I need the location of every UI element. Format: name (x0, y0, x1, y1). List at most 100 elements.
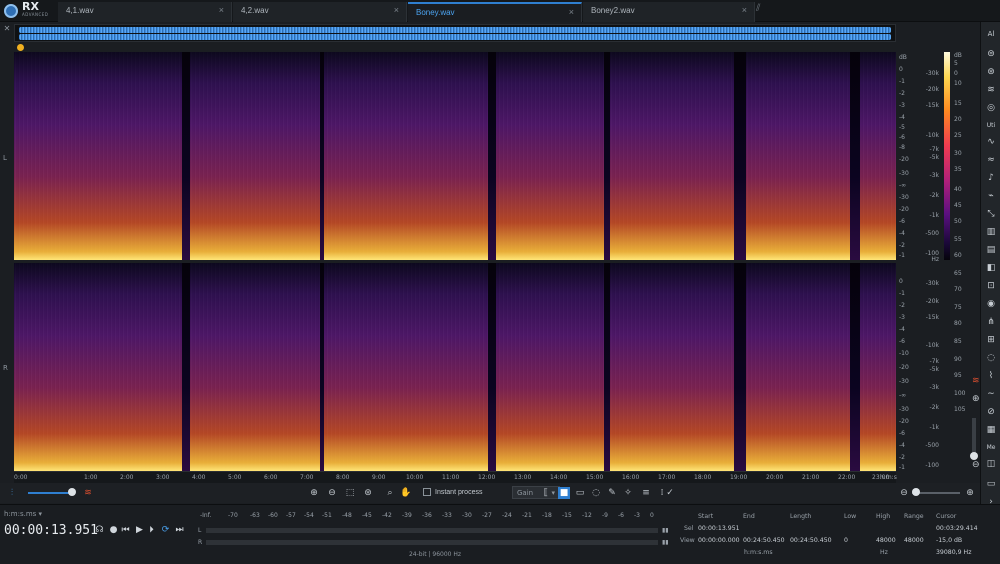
magic-wand-icon[interactable]: ✧ (622, 487, 634, 499)
module-icon[interactable]: ⊡ (985, 280, 997, 292)
go-to-end-icon[interactable]: ⏭ (174, 525, 185, 536)
view-start[interactable]: 00:00:00.000 (698, 537, 740, 544)
play-selection-icon[interactable]: ⏵ (146, 525, 157, 536)
horizontal-zoom-knob[interactable] (912, 488, 920, 496)
logo-subtext: ADVANCED (22, 12, 49, 17)
module-icon[interactable]: ∼ (985, 388, 997, 400)
module-icon[interactable]: ▤ (985, 244, 997, 256)
zoom-in-horizontal-icon[interactable]: ⊕ (964, 487, 976, 499)
db-unit: dB (899, 54, 907, 61)
selection-start[interactable]: 00:00:13.951 (698, 525, 740, 532)
tab-file-3-active[interactable]: Boney.wav × (408, 2, 582, 22)
time-selection-icon[interactable]: ⟦ (540, 487, 552, 499)
loop-icon[interactable]: ⟳ (160, 525, 171, 536)
module-icon[interactable]: ♪ (985, 172, 997, 184)
module-icon[interactable]: ▭ (985, 478, 997, 490)
module-icon[interactable]: ⤡ (985, 208, 997, 220)
view-length[interactable]: 00:24:50.450 (790, 537, 832, 544)
zoom-tool-icon[interactable]: ⌕ (384, 487, 396, 499)
vertical-zoom-knob[interactable] (970, 452, 978, 460)
tab-label: Boney2.wav (591, 6, 635, 15)
go-to-start-icon[interactable]: ⏮ (120, 525, 131, 536)
view-low[interactable]: 0 (844, 537, 848, 544)
module-icon[interactable]: ⊛ (985, 66, 997, 78)
overview-wave-left (19, 27, 891, 33)
record-icon[interactable]: ● (108, 525, 119, 536)
module-icon[interactable]: ▥ (985, 226, 997, 238)
zoom-out-horizontal-icon[interactable]: ⊖ (898, 487, 910, 499)
channel-sidebar (0, 52, 14, 471)
tab-file-2[interactable]: 4,2.wav × (233, 2, 407, 22)
zoom-in-icon[interactable]: ⊕ (308, 487, 320, 499)
zoom-selection-icon[interactable]: ⬚ (344, 487, 356, 499)
module-label: Uti (986, 122, 996, 129)
module-icon[interactable]: ∿ (985, 136, 997, 148)
chevron-down-icon: ▾ (551, 489, 555, 497)
time-format-select[interactable]: h:m:s.ms ▾ (4, 510, 42, 518)
module-icon[interactable]: ▦ (985, 424, 997, 436)
module-icon[interactable]: ⌇ (985, 370, 997, 382)
channel-label-right: R (3, 364, 8, 372)
close-icon[interactable]: × (742, 5, 747, 15)
view-range[interactable]: 48000 (904, 537, 924, 544)
overview-wave-right (19, 34, 891, 40)
brush-icon[interactable]: ✎ (606, 487, 618, 499)
close-icon[interactable]: × (569, 7, 574, 17)
playhead-marker[interactable] (17, 44, 24, 51)
timecode-display: 00:00:13.951 (4, 523, 98, 538)
close-icon[interactable]: × (219, 5, 224, 15)
all-modules-tab[interactable]: Al (985, 28, 997, 40)
tab-file-4[interactable]: Boney2.wav × (583, 2, 755, 22)
play-icon[interactable]: ▶ (134, 525, 145, 536)
view-blend-knob[interactable] (68, 488, 76, 496)
module-icon[interactable]: ≈ (985, 154, 997, 166)
instant-process-mode-select[interactable]: Gain ▾ (512, 486, 560, 499)
spectrogram-right-channel[interactable] (14, 263, 896, 471)
view-high[interactable]: 48000 (876, 537, 896, 544)
waveform-view-icon[interactable]: ⫶ (6, 487, 18, 499)
draw-tool-icon[interactable]: ✓ (664, 487, 676, 499)
module-icon[interactable]: ⊜ (985, 48, 997, 60)
spectrogram-left-channel[interactable] (14, 52, 896, 260)
module-icon[interactable]: ◉ (985, 298, 997, 310)
module-icon[interactable]: ◫ (985, 458, 997, 470)
zoom-out-vertical-icon[interactable]: ⊖ (972, 460, 986, 472)
module-icon[interactable]: ≋ (985, 84, 997, 96)
tab-file-1[interactable]: 4,1.wav × (58, 2, 232, 22)
zoom-out-icon[interactable]: ⊖ (326, 487, 338, 499)
meter-clip-left[interactable]: ▮▮ (662, 527, 669, 534)
color-db-scale: dB 5 0 10 15 20 25 30 35 40 45 50 55 60 … (950, 46, 980, 471)
level-meter: -Inf. -70 -63 -60 -57 -54 -51 -48 -45 -4… (196, 509, 674, 561)
instant-process-checkbox[interactable] (423, 488, 431, 496)
frequency-selection-icon[interactable]: ▭ (574, 487, 586, 499)
meter-bar-left (206, 528, 658, 533)
close-icon[interactable]: × (394, 5, 399, 15)
module-icon[interactable]: ◌ (985, 352, 997, 364)
transport-panel: h:m:s.ms ▾ 00:00:13.951 ☊ ● ⏮ ▶ ⏵ ⟳ ⏭ -I… (0, 504, 1000, 564)
module-icon[interactable]: ⋔ (985, 316, 997, 328)
headphones-icon[interactable]: ☊ (94, 525, 105, 536)
spectrogram-settings-icon[interactable]: ≋ (972, 376, 986, 388)
time-frequency-selection-icon[interactable]: ■ (558, 487, 570, 499)
module-icon[interactable]: ⊘ (985, 406, 997, 418)
module-icon[interactable]: ⌁ (985, 190, 997, 202)
harmonic-selection-icon[interactable]: ≡ (640, 487, 652, 499)
spectrogram-view-icon[interactable]: ≋ (82, 487, 94, 499)
waveform-overview[interactable] (14, 24, 896, 42)
hand-tool-icon[interactable]: ✋ (400, 487, 412, 499)
time-ruler[interactable]: 0:00 1:00 2:00 3:00 4:00 5:00 6:00 7:00 … (14, 471, 897, 483)
module-icon[interactable]: ⊞ (985, 334, 997, 346)
zoom-fit-icon[interactable]: ⊛ (362, 487, 374, 499)
meter-bar-right (206, 540, 658, 545)
app-logo[interactable]: RX ADVANCED (0, 0, 54, 22)
collapse-overview-icon[interactable]: ✕ (0, 24, 14, 44)
tab-overflow-icon[interactable]: ⫽ (756, 3, 776, 19)
zoom-in-vertical-icon[interactable]: ⊕ (972, 394, 986, 406)
module-icon[interactable]: ◧ (985, 262, 997, 274)
lasso-icon[interactable]: ◌ (590, 487, 602, 499)
meter-clip-right[interactable]: ▮▮ (662, 539, 669, 546)
view-end[interactable]: 00:24:50.450 (743, 537, 785, 544)
tab-label: 4,1.wav (66, 6, 94, 15)
instant-process-toggle[interactable]: Instant process (423, 488, 482, 496)
module-icon[interactable]: ◎ (985, 102, 997, 114)
